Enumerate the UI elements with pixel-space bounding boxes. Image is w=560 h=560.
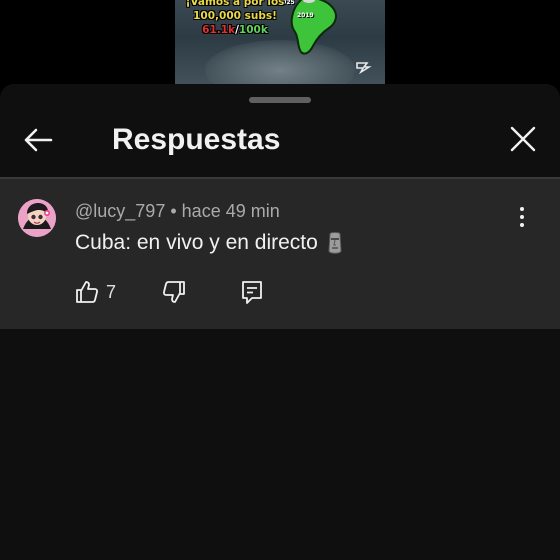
comment-item: @lucy_797 • hace 49 min Cuba: en vivo y … [0,179,560,329]
reply-icon [242,281,262,304]
year-badge-2019: 2019 [297,12,314,19]
arrow-left-icon [24,128,53,152]
close-button[interactable] [506,122,540,156]
thumbs-down-icon [162,281,185,303]
page-title: Respuestas [112,123,281,156]
more-vert-icon [520,207,524,227]
video-text-line2: 100,000 subs! [193,10,277,22]
back-button[interactable] [20,122,56,158]
more-options-button[interactable] [510,205,534,229]
replies-bottom-sheet: Respuestas @lucy_797 • hace 49 min Cuba:… [0,84,560,560]
video-text-line1: ¡Vamos a por los [185,0,285,8]
watermark-icon [356,62,372,74]
avatar-image [18,199,56,237]
comment-text: Cuba: en vivo y en directo [75,231,344,255]
video-sub-counter: 61.1k/100k [175,24,295,36]
close-icon [510,126,536,152]
video-player-thumbnail[interactable]: 2025 2019 ¡Vamos a por los 100,000 subs!… [175,0,385,84]
sheet-header: Respuestas [0,108,560,178]
reply-button[interactable] [240,279,264,305]
thumbs-up-icon [76,281,99,303]
drag-handle[interactable] [249,97,311,103]
comment-author[interactable]: @lucy_797 [75,201,165,221]
comment-body: Cuba: en vivo y en directo [75,231,318,254]
meta-separator: • [170,201,177,221]
sub-count-current: 61.1k [202,24,236,36]
like-count: 7 [106,282,117,302]
like-button[interactable] [75,279,99,305]
sub-count-goal: 100k [238,24,268,36]
comment-meta: @lucy_797 • hace 49 min [75,201,280,222]
avatar[interactable] [18,199,56,237]
comment-time: hace 49 min [181,201,280,221]
dislike-button[interactable] [162,279,186,305]
moai-emoji-icon [328,232,342,254]
